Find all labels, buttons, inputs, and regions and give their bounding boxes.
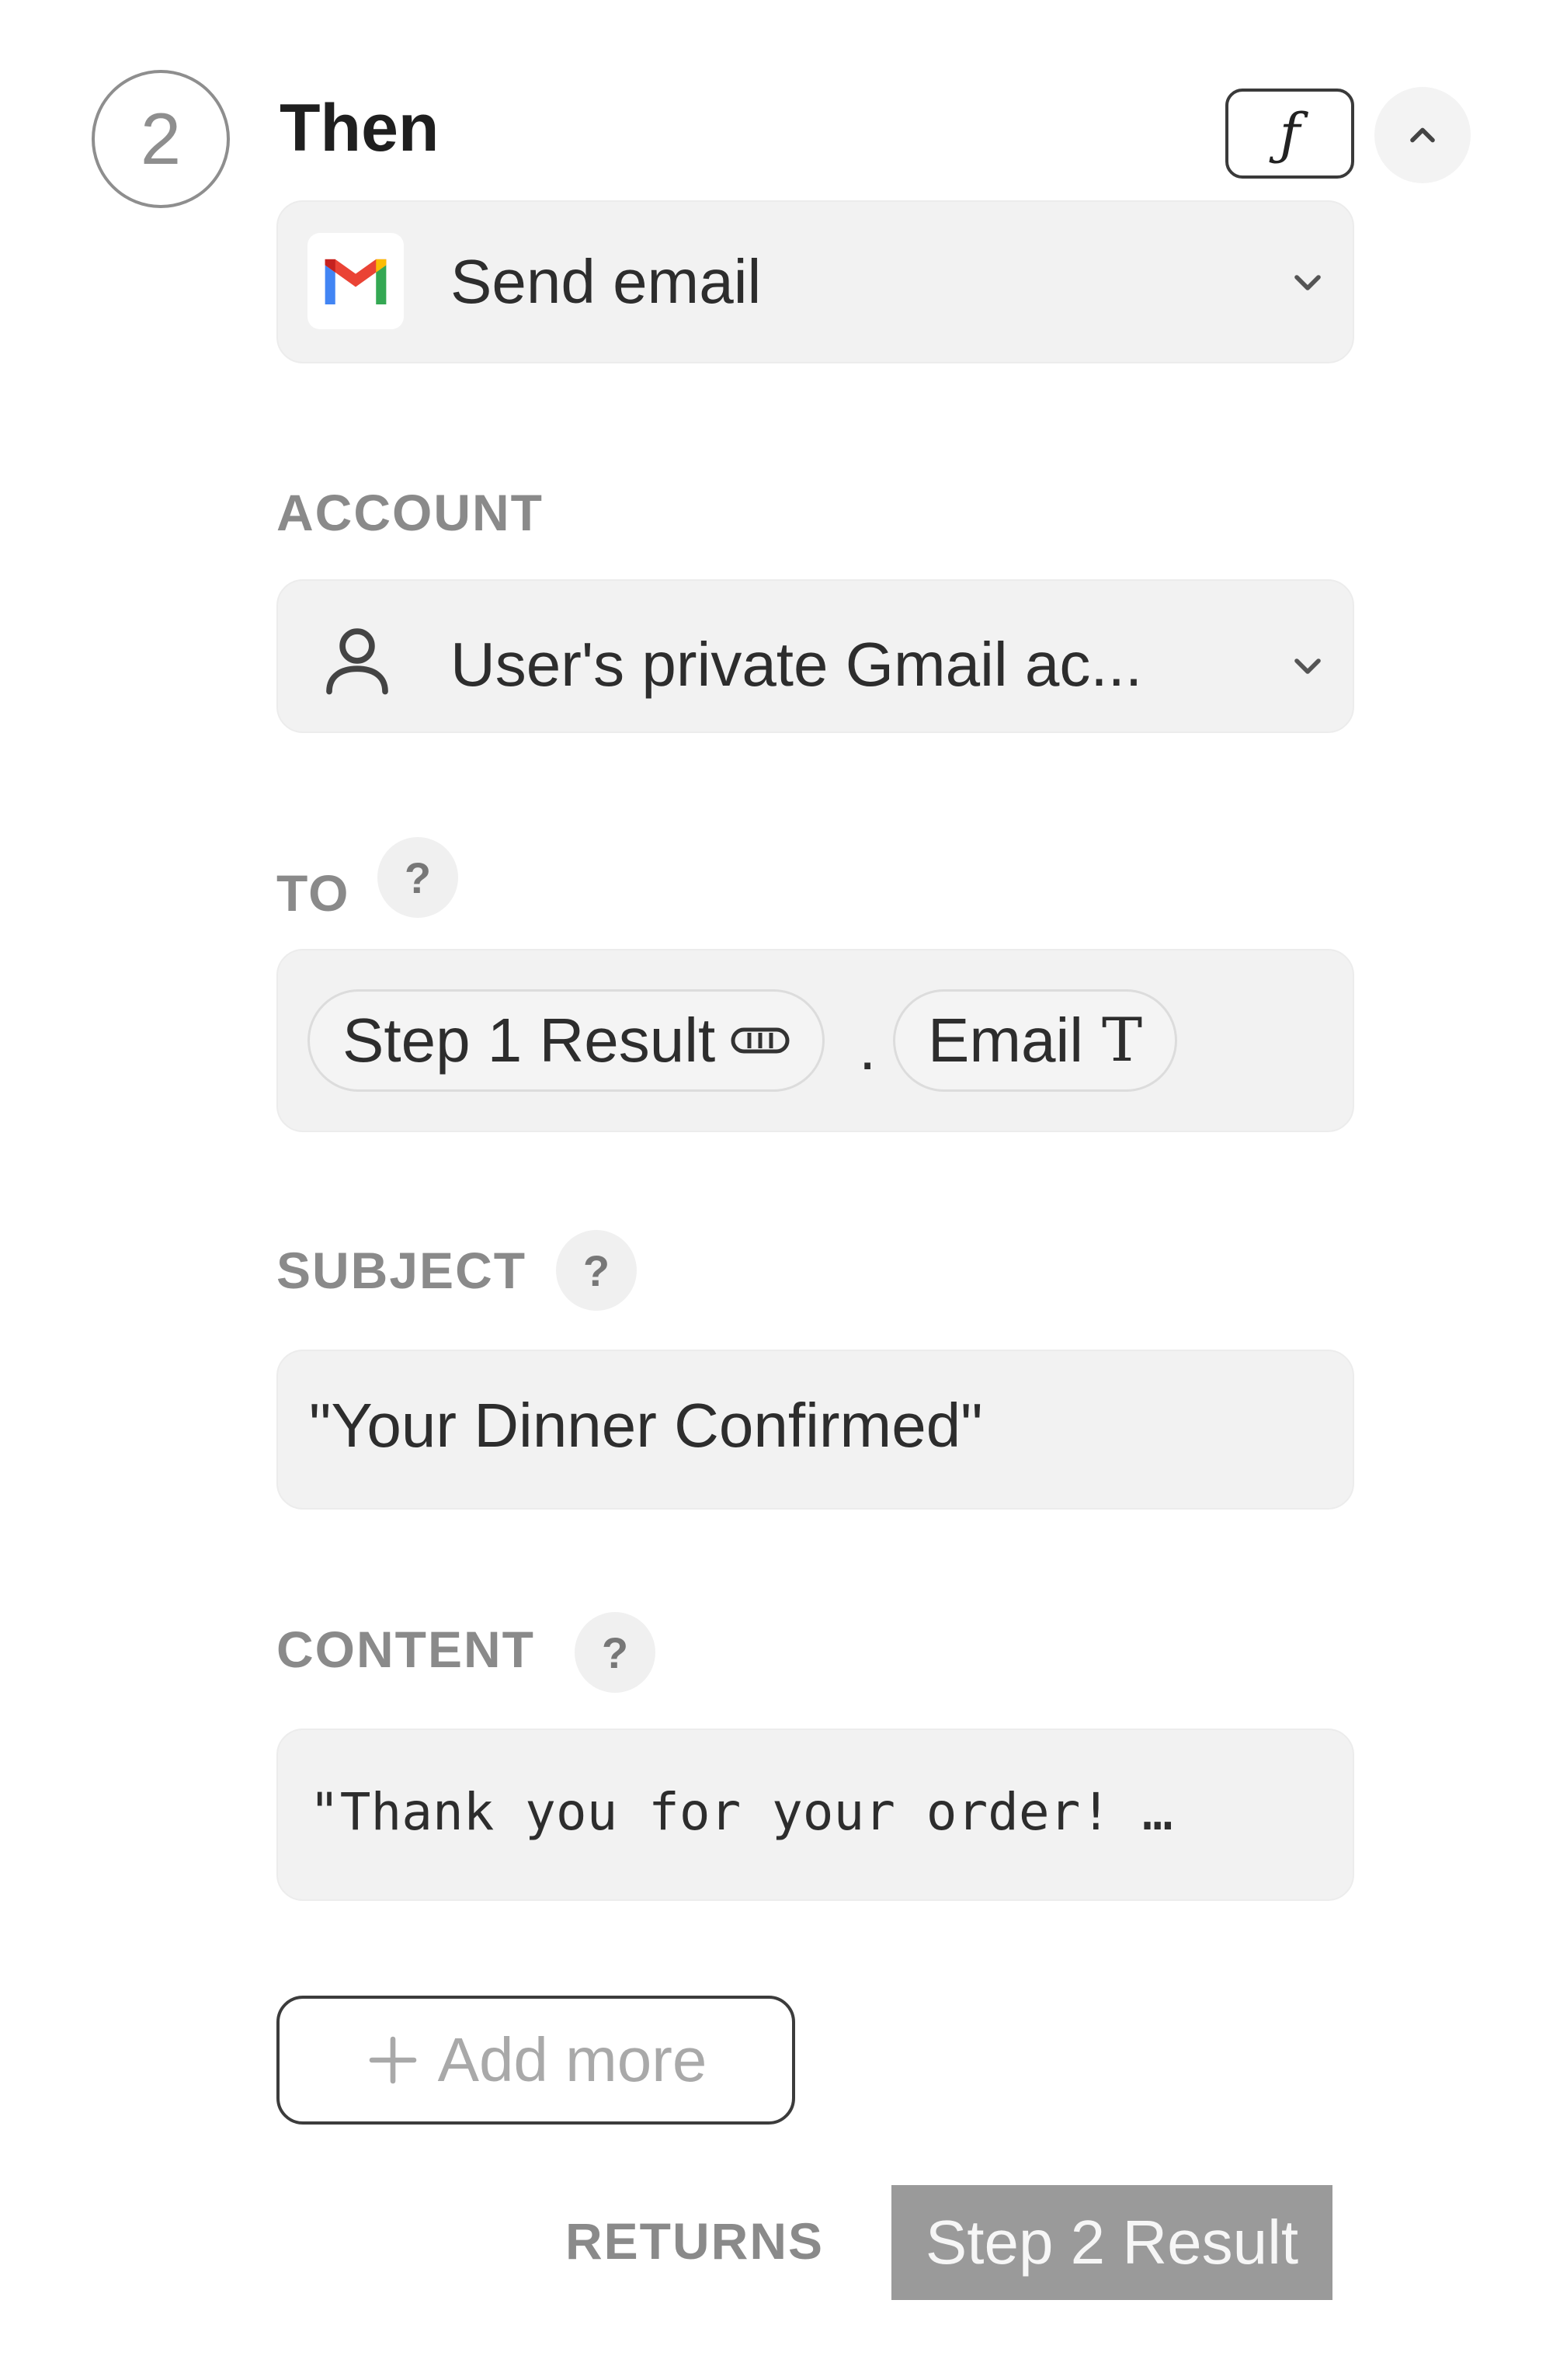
formula-toggle-button[interactable]: ƒ: [1225, 89, 1354, 179]
subject-label: SUBJECT: [276, 1242, 527, 1299]
step-number: 2: [140, 98, 182, 179]
function-icon: ƒ: [1279, 101, 1301, 166]
step-title: Then: [280, 91, 439, 165]
subject-value: "Your Dinner Confirmed": [309, 1391, 983, 1460]
add-more-button[interactable]: Add more: [276, 1996, 795, 2125]
path-separator: .: [859, 1013, 877, 1082]
collapse-button[interactable]: [1374, 87, 1471, 183]
user-icon: [326, 628, 388, 695]
content-value: "Thank you for your order! …: [309, 1782, 1173, 1842]
returns-value: Step 2 Result: [925, 2208, 1299, 2277]
question-icon: ?: [582, 1246, 610, 1295]
returns-label: RETURNS: [565, 2212, 825, 2270]
chevron-down-icon: [1294, 658, 1321, 674]
subject-help-button[interactable]: ?: [556, 1230, 637, 1311]
step-number-badge: 2: [92, 70, 230, 208]
variable-chip-step1-result[interactable]: Step 1 Result: [307, 989, 825, 1092]
variable-chip-email[interactable]: Email T: [893, 989, 1178, 1092]
action-select[interactable]: [276, 200, 1354, 363]
question-icon: ?: [404, 853, 432, 902]
to-help-button[interactable]: ?: [377, 837, 458, 918]
action-label: Send email: [450, 247, 762, 316]
chevron-down-icon: [1294, 275, 1321, 290]
to-label: TO: [276, 864, 350, 922]
chip-label: Email: [928, 1006, 1084, 1075]
returns-variable-badge[interactable]: Step 2 Result: [891, 2185, 1332, 2300]
gmail-icon: [307, 233, 404, 329]
object-icon: [731, 1027, 790, 1054]
chip-label: Step 1 Result: [342, 1006, 716, 1075]
add-more-label: Add more: [437, 2025, 707, 2094]
content-help-button[interactable]: ?: [575, 1612, 655, 1693]
chevron-up-icon: [1410, 127, 1435, 143]
text-type-icon: T: [1102, 1006, 1143, 1075]
question-icon: ?: [601, 1628, 629, 1677]
account-label: ACCOUNT: [276, 484, 544, 541]
plus-icon: [369, 2036, 416, 2084]
content-label: CONTENT: [276, 1621, 535, 1678]
account-value: User's private Gmail ac...: [450, 630, 1143, 699]
